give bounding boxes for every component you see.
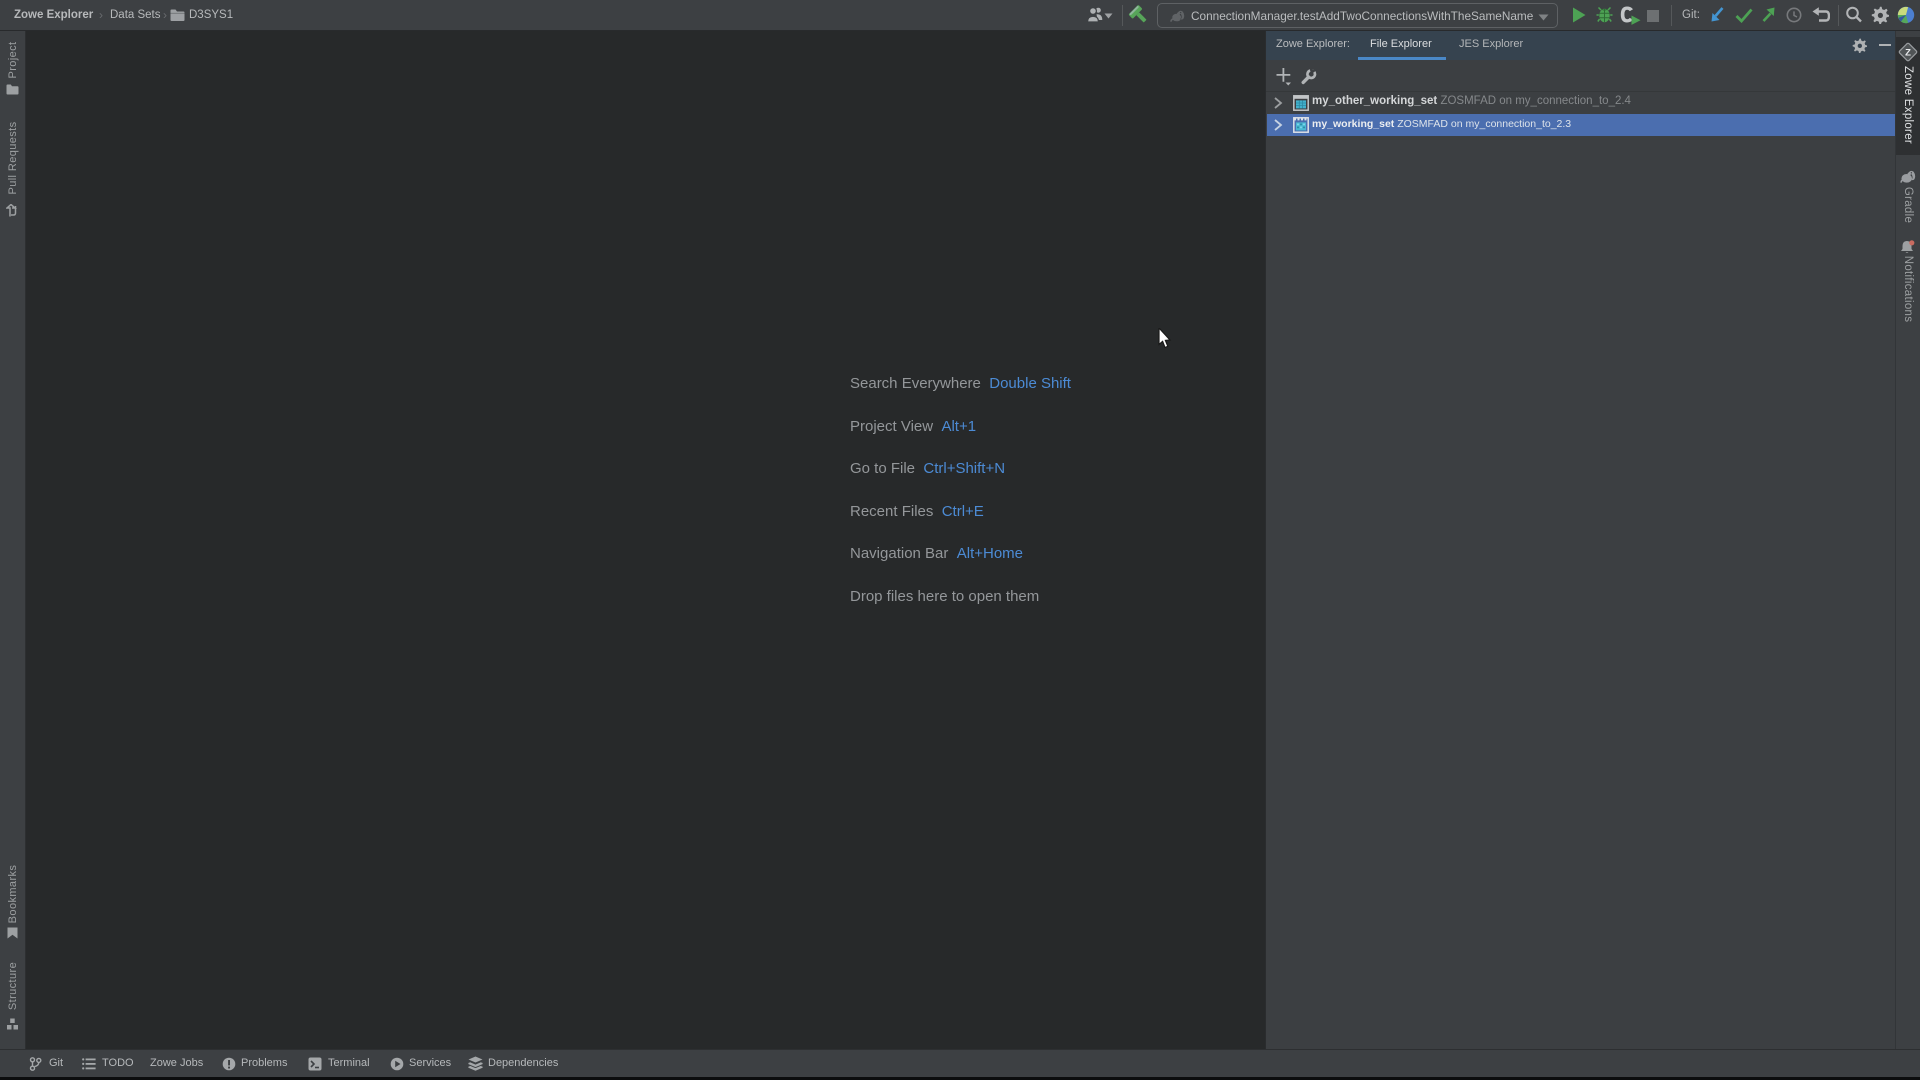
svg-text:Z: Z (1905, 48, 1911, 59)
